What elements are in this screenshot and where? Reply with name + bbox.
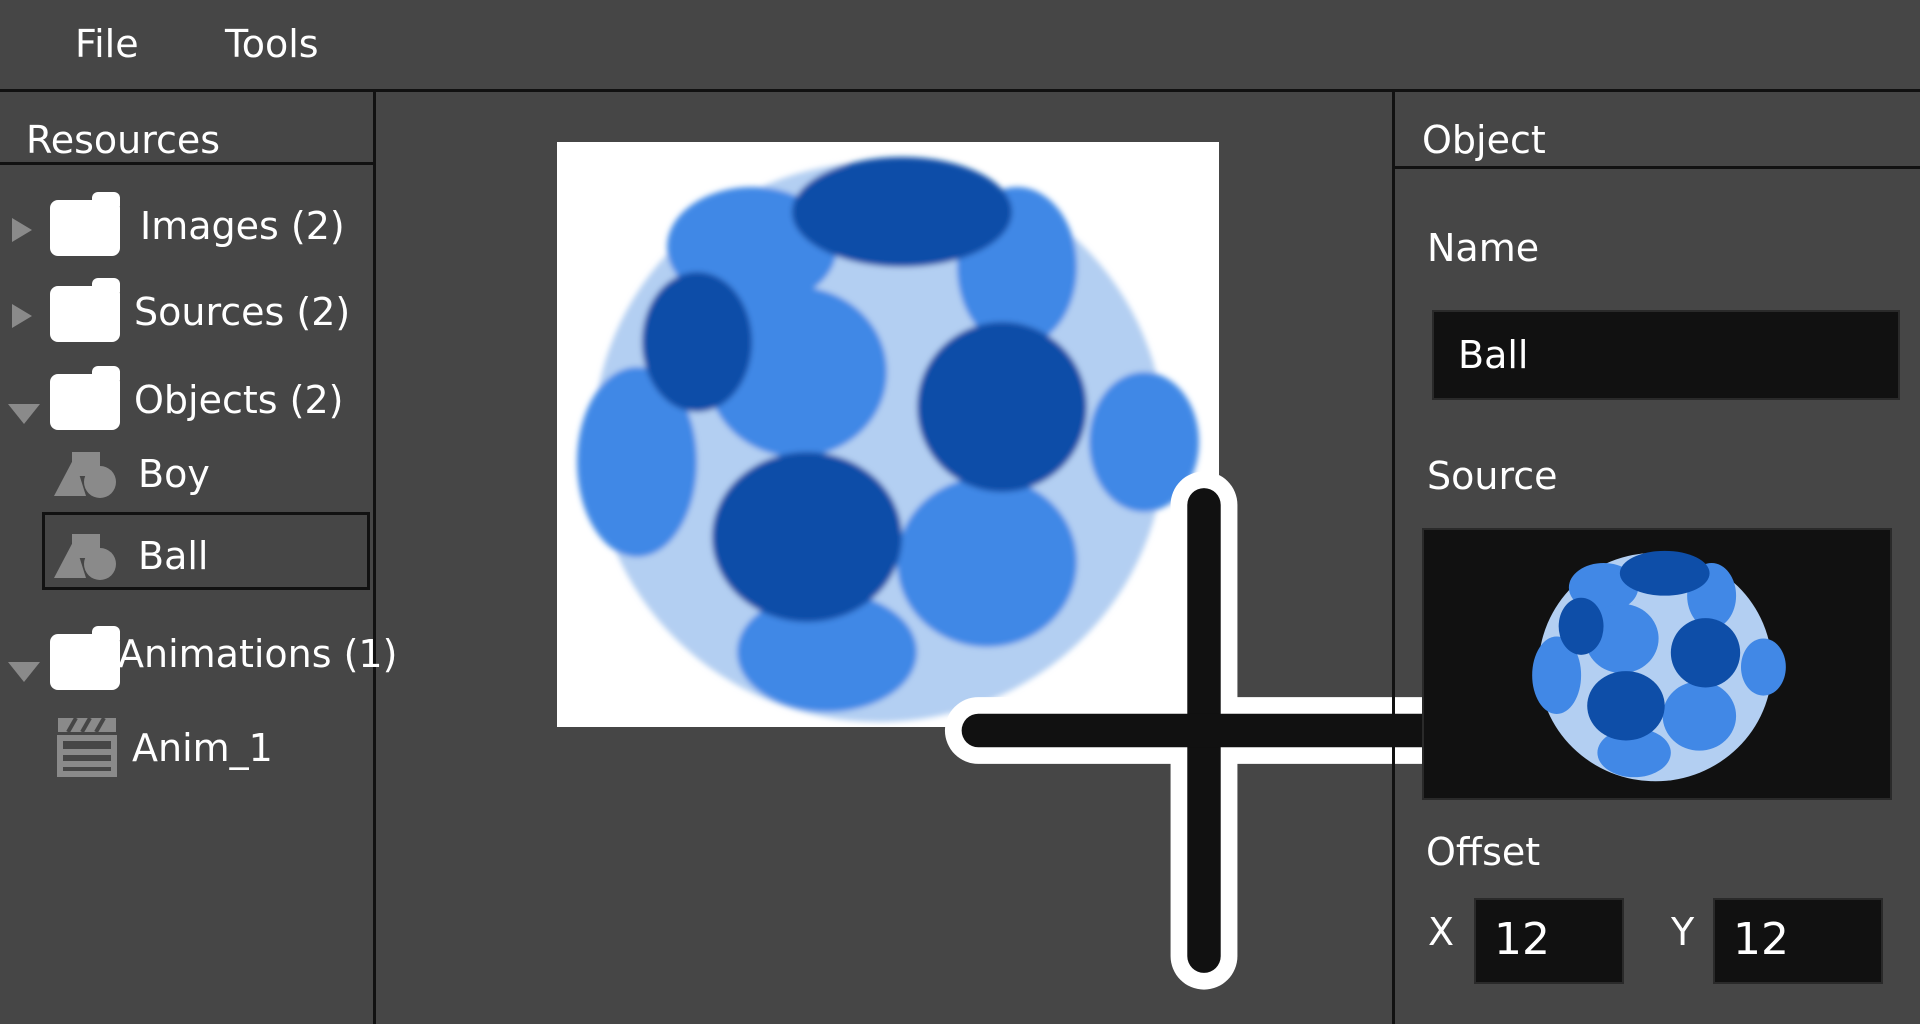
resources-header: Resources: [26, 118, 221, 162]
ball-sprite-image[interactable]: [557, 142, 1464, 990]
chevron-down-icon[interactable]: [8, 404, 40, 424]
source-preview[interactable]: [1422, 528, 1892, 800]
tree-folder-label: Objects (2): [134, 378, 344, 422]
tree-item-anim-1[interactable]: Anim_1: [0, 716, 370, 786]
resources-header-divider: [0, 162, 376, 165]
tree-item-boy[interactable]: Boy: [0, 442, 370, 512]
menu-file[interactable]: File: [75, 22, 139, 66]
canvas-area[interactable]: [380, 92, 1464, 1024]
tree-folder-sources[interactable]: Sources (2): [0, 278, 370, 348]
name-label: Name: [1427, 226, 1540, 270]
shapes-icon: [54, 452, 116, 498]
chevron-down-icon[interactable]: [8, 662, 40, 682]
tree-item-label: Ball: [138, 534, 209, 578]
object-panel: Object Name Source Offset X 12 Y 12: [1392, 92, 1920, 1024]
menu-bar: File Tools: [0, 0, 1920, 92]
ball-source-thumbnail: [1532, 550, 1786, 782]
folder-icon: [50, 626, 120, 690]
tree-item-ball[interactable]: Ball: [0, 520, 370, 590]
object-header: Object: [1422, 118, 1546, 162]
tree-folder-animations[interactable]: Animations (1): [0, 620, 397, 690]
tree-item-label: Boy: [138, 452, 210, 496]
source-label: Source: [1427, 454, 1558, 498]
folder-icon: [50, 366, 120, 430]
chevron-right-icon[interactable]: [12, 304, 32, 328]
tree-folder-label: Animations (1): [118, 632, 398, 676]
clapperboard-icon: [57, 717, 117, 777]
shapes-icon: [54, 534, 116, 580]
menu-tools[interactable]: Tools: [225, 22, 319, 66]
folder-icon: [50, 192, 120, 256]
tree-item-label: Anim_1: [132, 726, 273, 770]
tree-folder-label: Sources (2): [134, 290, 351, 334]
object-header-divider: [1395, 166, 1920, 169]
tree-folder-objects[interactable]: Objects (2): [0, 366, 370, 436]
folder-icon: [50, 278, 120, 342]
tree-folder-label: Images (2): [140, 204, 345, 248]
resources-panel: Resources Images (2) Sources (2) Objects…: [0, 92, 397, 1024]
chevron-right-icon[interactable]: [12, 218, 32, 242]
offset-x-label: X: [1428, 910, 1455, 954]
offset-x-input[interactable]: 12: [1474, 898, 1624, 984]
offset-y-input[interactable]: 12: [1713, 898, 1883, 984]
name-input[interactable]: [1432, 310, 1900, 400]
offset-y-label: Y: [1671, 910, 1695, 954]
offset-label: Offset: [1426, 830, 1541, 874]
tree-folder-images[interactable]: Images (2): [0, 192, 370, 262]
